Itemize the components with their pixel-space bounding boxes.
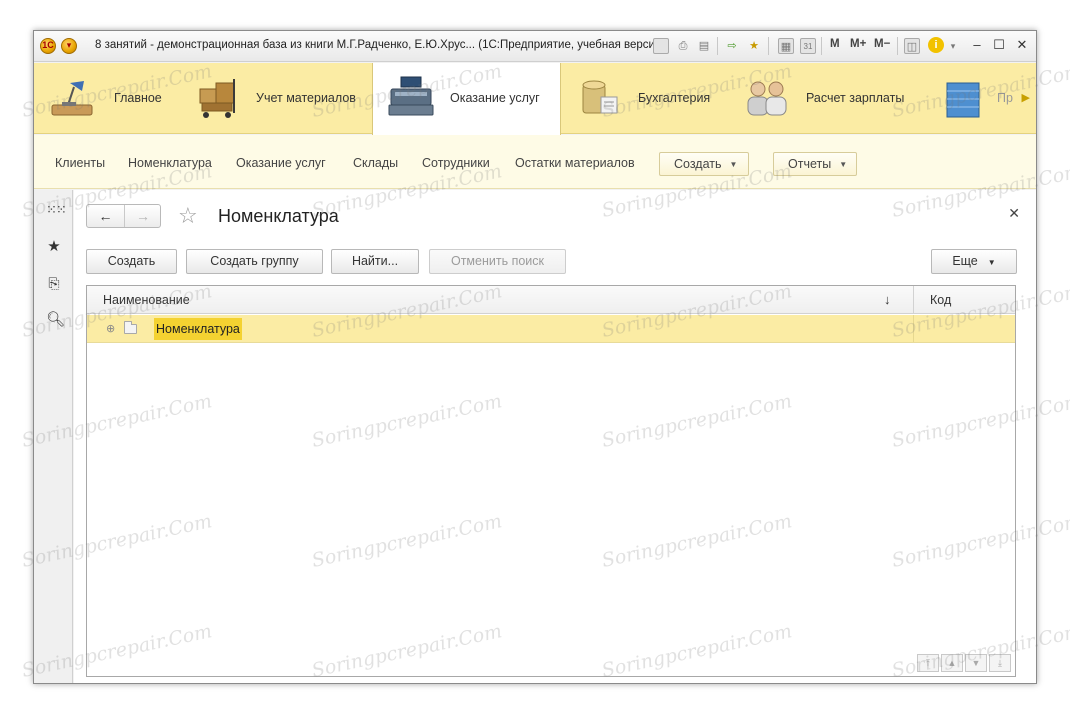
minimize-button[interactable]: – <box>969 36 985 54</box>
section-label-services: Оказание услуг <box>450 91 540 105</box>
nav-link-warehouses[interactable]: Склады <box>353 156 398 170</box>
scroll-down-icon[interactable]: ▼ <box>965 654 987 672</box>
scroll-to-bottom-icon[interactable]: ⤓ <box>989 654 1011 672</box>
info-dropdown-icon[interactable]: ▾ <box>945 38 961 54</box>
nav-link-clients[interactable]: Клиенты <box>55 156 105 170</box>
navigation-buttons: ← → <box>86 204 161 228</box>
section-label-payroll: Расчет зарплаты <box>806 91 905 105</box>
section-payroll[interactable]: Расчет зарплаты <box>729 63 919 134</box>
boxes-cart-icon <box>199 79 235 118</box>
calculator-icon[interactable]: ▦ <box>778 38 794 54</box>
history-icon[interactable]: ⎘ <box>46 275 62 291</box>
desk-lamp-icon <box>51 81 93 116</box>
section-main[interactable]: Главное <box>34 63 184 134</box>
expand-plus-icon[interactable]: ⊕ <box>106 322 115 335</box>
building-icon <box>946 82 980 118</box>
section-label-accounting: Бухгалтерия <box>638 91 711 105</box>
chevron-down-icon: ▼ <box>729 159 738 169</box>
function-panel: Клиенты Номенклатура Оказание услуг Скла… <box>34 135 1036 189</box>
all-functions-icon[interactable]: ⁙⁙ <box>46 202 67 218</box>
left-toolbar: ⁙⁙ ★ ⎘ 🔍︎ <box>34 190 73 683</box>
nav-link-employees[interactable]: Сотрудники <box>422 156 490 170</box>
row-name-cell: Номенклатура <box>154 318 242 340</box>
maximize-button[interactable]: ☐ <box>991 36 1007 54</box>
save-icon[interactable] <box>653 38 669 54</box>
chevron-down-icon: ▼ <box>987 258 996 267</box>
panels-icon[interactable]: ◫ <box>904 38 920 54</box>
preview-icon[interactable]: ▤ <box>696 38 712 54</box>
column-header-name[interactable]: Наименование <box>103 293 190 307</box>
sort-down-arrow-icon: ↓ <box>884 292 891 307</box>
favorites-icon[interactable]: ★ <box>746 38 762 54</box>
nav-link-material-balances[interactable]: Остатки материалов <box>515 156 635 170</box>
close-form-icon[interactable]: ✕ <box>1008 205 1020 222</box>
nomenclature-table[interactable]: Наименование ↓ Код ⊕ Номенклатура ⤒ ▲ ▼ … <box>86 285 1016 677</box>
section-services[interactable]: Оказание услуг <box>372 63 561 135</box>
cash-register-icon <box>388 76 434 116</box>
sections-panel: Главное Учет материалов Оказание услуг Б… <box>34 63 1038 135</box>
form-area: ← → ☆ Номенклатура ✕ Создать Создать гру… <box>74 190 1036 683</box>
nav-link-nomenclature[interactable]: Номенклатура <box>128 156 212 170</box>
nav-link-services[interactable]: Оказание услуг <box>236 156 326 170</box>
create-button[interactable]: Создать <box>86 249 177 274</box>
1c-logo-icon[interactable]: 1С <box>40 38 56 54</box>
chevron-down-icon: ▼ <box>839 159 848 169</box>
print-icon[interactable]: ⎙ <box>675 38 691 54</box>
window-title: 8 занятий - демонстрационная база из кни… <box>95 39 666 51</box>
people-icon <box>747 81 787 116</box>
favorites-star-icon[interactable]: ★ <box>46 239 62 255</box>
section-accounting[interactable]: Бухгалтерия <box>561 63 729 134</box>
calendar-icon[interactable]: 31 <box>800 38 816 54</box>
section-materials[interactable]: Учет материалов <box>184 63 372 134</box>
table-header: Наименование ↓ Код <box>87 286 1015 314</box>
coins-icon <box>582 80 618 114</box>
memory-button-m[interactable]: M <box>830 38 840 50</box>
create-menu-button[interactable]: Создать ▼ <box>659 152 749 176</box>
goto-link-icon[interactable]: ⇨ <box>724 38 740 54</box>
scroll-up-icon[interactable]: ▲ <box>941 654 963 672</box>
table-scroll-navigation: ⤒ ▲ ▼ ⤓ <box>917 654 1013 672</box>
create-group-button[interactable]: Создать группу <box>186 249 323 274</box>
close-window-button[interactable]: ✕ <box>1014 36 1030 54</box>
page-title: Номенклатура <box>218 206 339 226</box>
info-icon[interactable]: i <box>928 37 944 53</box>
column-header-code[interactable]: Код <box>930 293 951 307</box>
sections-scroll-right-icon[interactable]: ▶ <box>1022 91 1030 104</box>
section-label-more: Пр <box>997 91 1013 105</box>
app-window: 1С ▾ 8 занятий - демонстрационная база и… <box>33 30 1037 684</box>
scroll-to-top-icon[interactable]: ⤒ <box>917 654 939 672</box>
memory-button-m-minus[interactable]: M− <box>874 38 890 50</box>
section-label-materials: Учет материалов <box>256 91 356 105</box>
forward-arrow-icon[interactable]: → <box>124 205 161 227</box>
main-menu-icon[interactable]: ▾ <box>61 38 77 54</box>
search-icon[interactable]: 🔍︎ <box>46 312 65 328</box>
add-to-favorites-star-icon[interactable]: ☆ <box>178 203 198 229</box>
find-button[interactable]: Найти... <box>331 249 419 274</box>
more-button[interactable]: Еще ▼ <box>931 249 1017 274</box>
section-label-main: Главное <box>114 91 162 105</box>
section-more[interactable]: Пр ▶ <box>919 63 1038 134</box>
table-row[interactable]: ⊕ Номенклатура <box>87 315 1015 343</box>
memory-button-m-plus[interactable]: M+ <box>850 38 866 50</box>
title-bar: 1С ▾ 8 занятий - демонстрационная база и… <box>34 31 1036 62</box>
cancel-search-button[interactable]: Отменить поиск <box>429 249 566 274</box>
reports-menu-button[interactable]: Отчеты ▼ <box>773 152 857 176</box>
folder-icon <box>124 321 137 334</box>
back-arrow-icon[interactable]: ← <box>87 205 124 227</box>
